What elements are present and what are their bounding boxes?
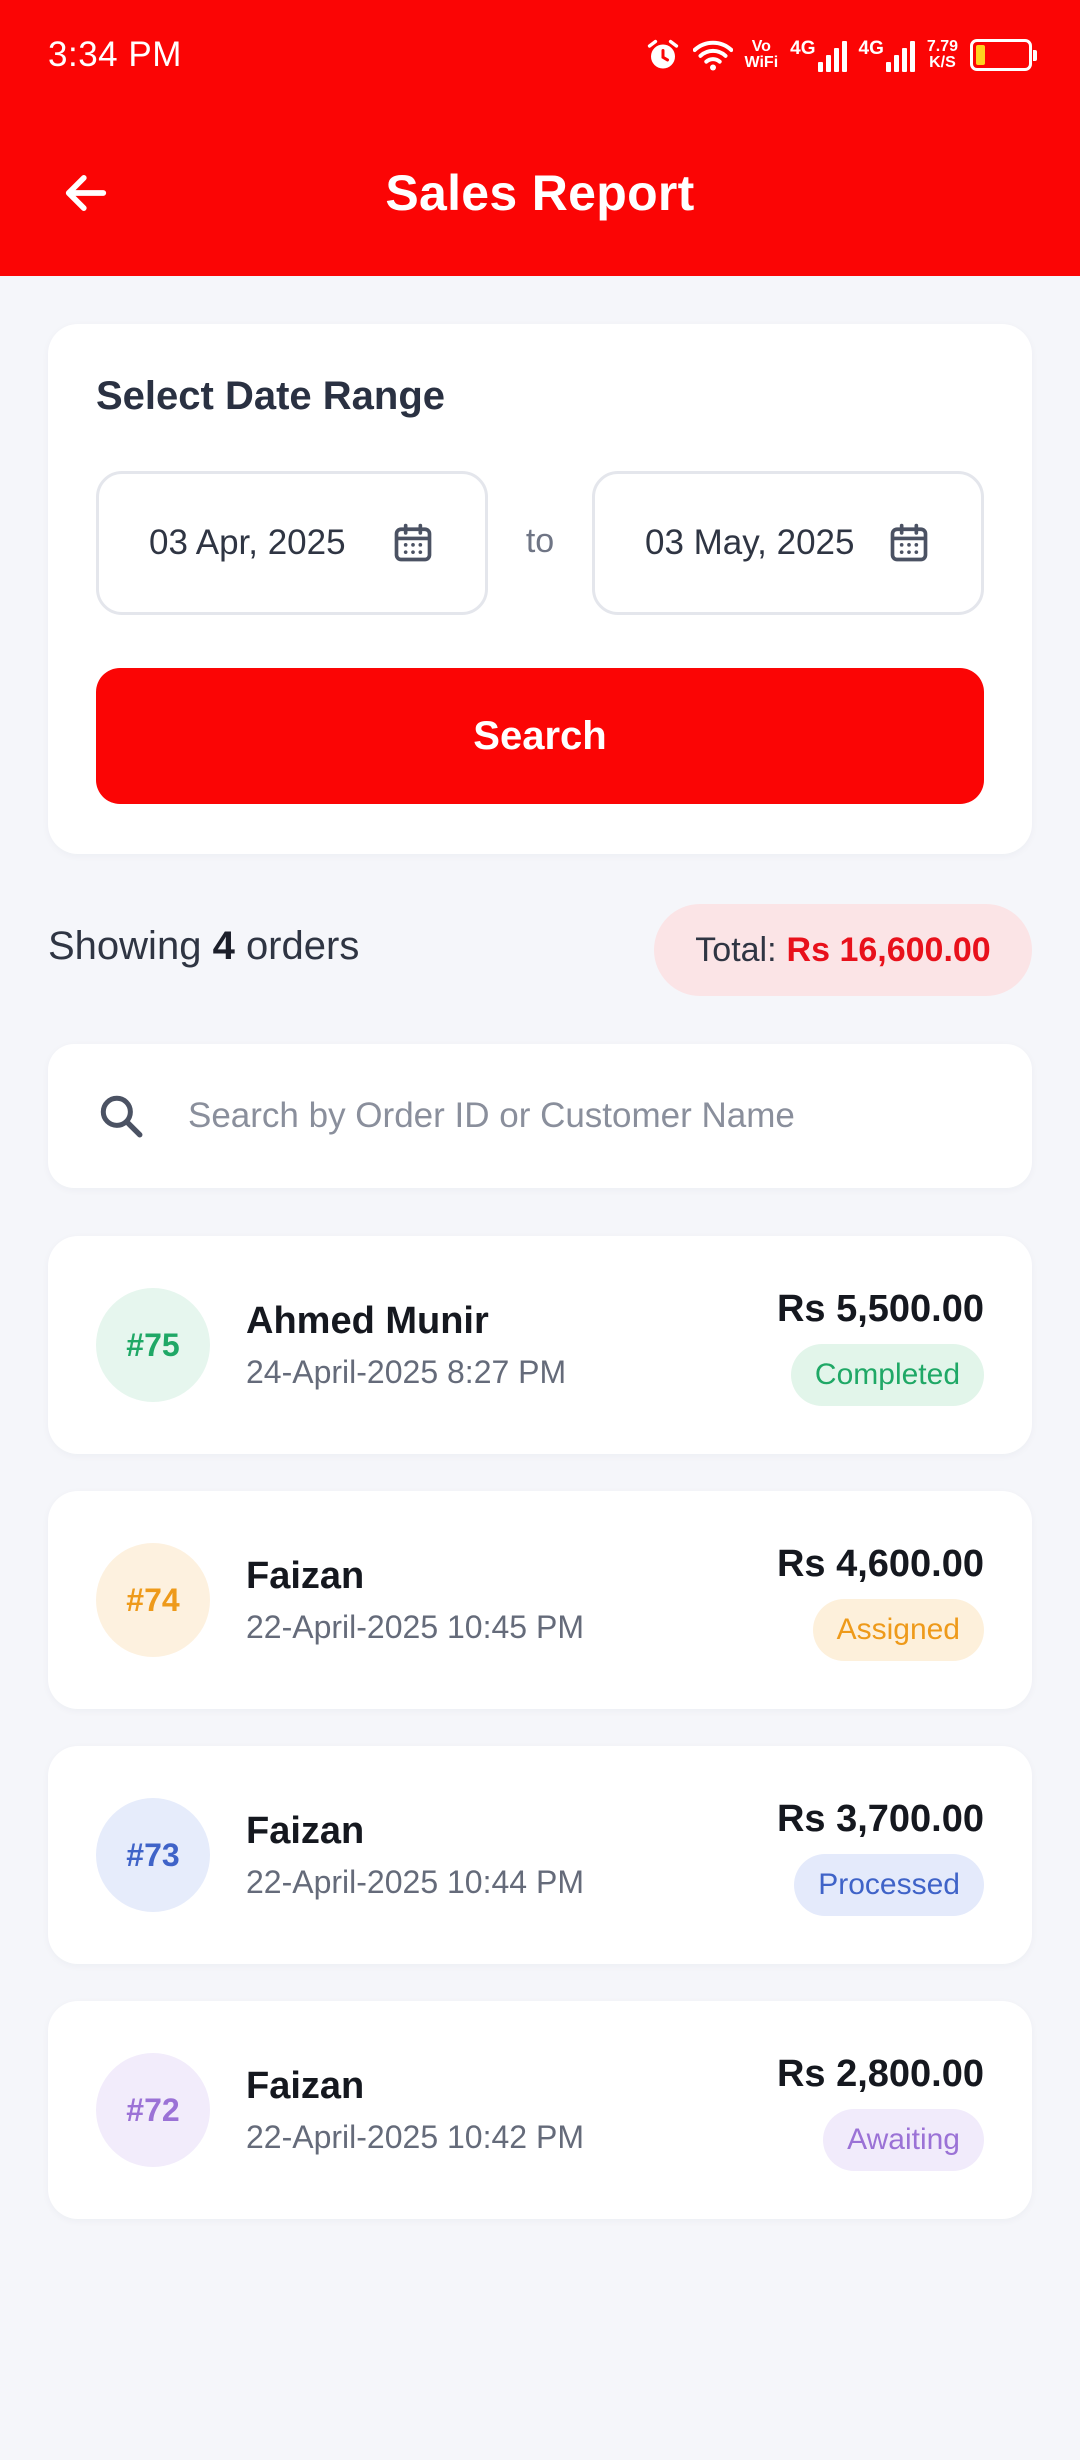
total-badge: Total: Rs 16,600.00 (654, 904, 1032, 996)
search-button[interactable]: Search (96, 668, 984, 804)
page-title: Sales Report (385, 165, 695, 221)
to-date-field[interactable]: 03 May, 2025 (592, 471, 984, 615)
from-date-field[interactable]: 03 Apr, 2025 (96, 471, 488, 615)
date-range-card: Select Date Range 03 Apr, 2025 to 03 May… (48, 324, 1032, 854)
status-time: 3:34 PM (48, 35, 182, 74)
signal-2: 4G (859, 38, 915, 72)
status-badge: Completed (790, 1344, 984, 1406)
order-amount: Rs 4,600.00 (776, 1543, 984, 1585)
order-card[interactable]: #72 Faizan 22-April-2025 10:42 PM Rs 2,8… (48, 2001, 1032, 2219)
customer-name: Faizan (246, 1810, 365, 1852)
status-bar: 3:34 PM Vo WiFi 4G 4G 7.79 K/S (0, 0, 1080, 110)
battery-fill (976, 45, 985, 65)
order-date: 22-April-2025 10:44 PM (246, 1864, 584, 1900)
arrow-left-icon (65, 175, 107, 211)
orders-count: 4 (212, 924, 235, 968)
network-type-1: 4G (790, 38, 816, 59)
order-date: 22-April-2025 10:45 PM (246, 1609, 584, 1645)
status-badge: Awaiting (823, 2109, 984, 2171)
showing-suffix: orders (245, 924, 360, 968)
date-range-title: Select Date Range (96, 374, 446, 418)
date-separator: to (525, 522, 555, 560)
order-date: 24-April-2025 8:27 PM (246, 1354, 567, 1390)
order-card[interactable]: #73 Faizan 22-April-2025 10:44 PM Rs 3,7… (48, 1746, 1032, 1964)
customer-name: Faizan (246, 1555, 365, 1597)
battery-icon (970, 39, 1037, 71)
total-value: Rs 16,600.00 (786, 930, 991, 969)
customer-name: Ahmed Munir (246, 1300, 489, 1342)
search-icon (100, 1095, 143, 1138)
order-id-badge: #72 (96, 2053, 210, 2167)
wifi-icon (692, 40, 733, 71)
order-card[interactable]: #74 Faizan 22-April-2025 10:45 PM Rs 4,6… (48, 1491, 1032, 1709)
calendar-icon (394, 523, 432, 562)
calendar-icon (890, 523, 928, 562)
network-type-2: 4G (858, 38, 884, 59)
top-bar: 3:34 PM Vo WiFi 4G 4G 7.79 K/S Sales Rep… (0, 0, 1080, 276)
order-id-badge: #73 (96, 1798, 210, 1912)
from-date-value: 03 Apr, 2025 (149, 523, 346, 562)
status-badge: Processed (794, 1854, 984, 1916)
customer-name: Faizan (246, 2065, 365, 2107)
order-search-box[interactable] (48, 1044, 1032, 1188)
order-amount: Rs 5,500.00 (776, 1288, 984, 1330)
orders-count-text: Showing 4 orders (48, 924, 359, 969)
to-date-value: 03 May, 2025 (645, 523, 855, 562)
app-bar: Sales Report (0, 110, 1080, 276)
back-button[interactable] (54, 161, 118, 225)
signal-icon (817, 38, 847, 72)
search-input[interactable] (188, 1096, 948, 1136)
order-date: 22-April-2025 10:42 PM (246, 2119, 584, 2155)
status-badge: Assigned (812, 1599, 984, 1661)
signal-icon (885, 38, 915, 72)
order-amount: Rs 2,800.00 (776, 2053, 984, 2095)
total-label: Total: (695, 930, 777, 969)
order-card[interactable]: #75 Ahmed Munir 24-April-2025 8:27 PM Rs… (48, 1236, 1032, 1454)
order-id-badge: #74 (96, 1543, 210, 1657)
alarm-icon (647, 39, 678, 69)
order-id-badge: #75 (96, 1288, 210, 1402)
network-speed: 7.79 K/S (926, 38, 958, 71)
vowifi-label: Vo WiFi (744, 38, 779, 71)
status-icons: Vo WiFi 4G 4G 7.79 K/S (645, 37, 1037, 73)
showing-prefix: Showing (48, 924, 202, 968)
signal-1: 4G (790, 38, 847, 72)
order-amount: Rs 3,700.00 (776, 1798, 984, 1840)
